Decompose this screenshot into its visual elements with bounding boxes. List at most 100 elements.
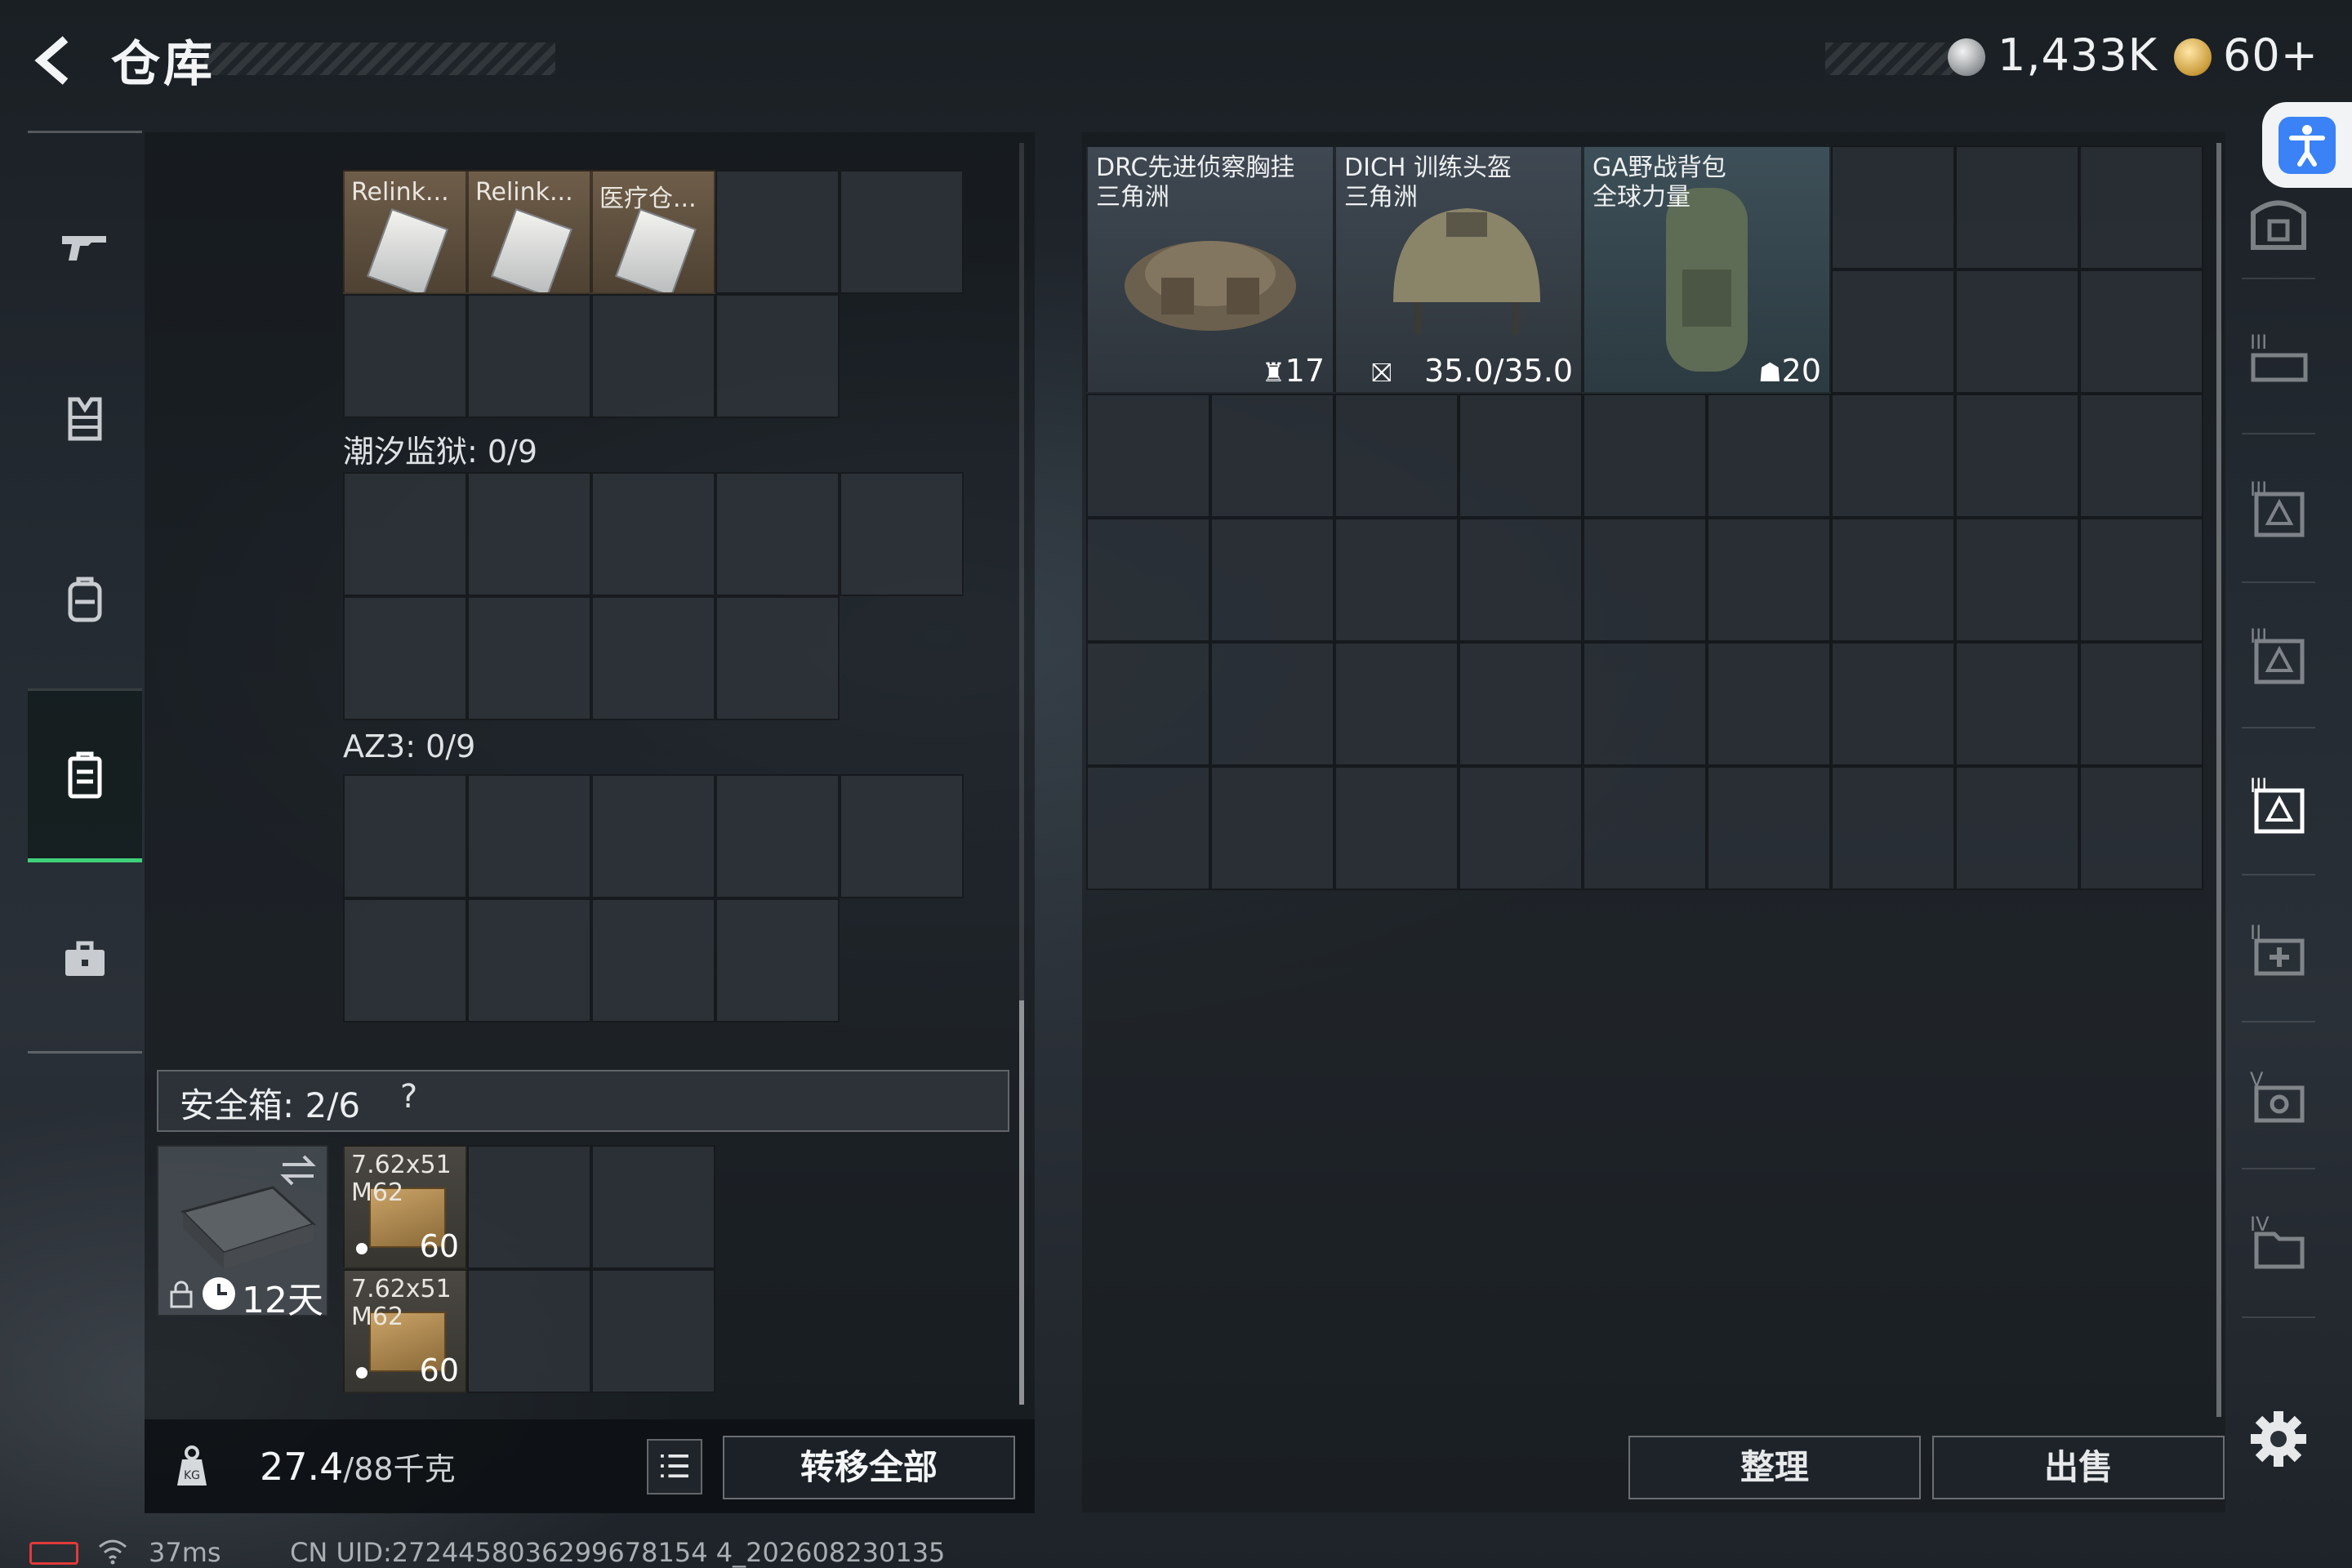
storage-cell[interactable] xyxy=(1955,145,2079,270)
storage-cell[interactable] xyxy=(1583,642,1707,766)
page-title: 仓库 xyxy=(111,36,216,93)
category-tier-4-documents[interactable]: IV xyxy=(2238,1202,2319,1284)
sell-button[interactable]: 出售 xyxy=(1932,1436,2225,1499)
storage-cell[interactable] xyxy=(1086,642,1210,766)
ammo-item[interactable]: 7.62x51 M62 60 xyxy=(343,1145,467,1269)
category-tier-2-medical[interactable]: II xyxy=(2238,911,2319,992)
storage-cell[interactable] xyxy=(1459,766,1583,890)
chevron-left-icon xyxy=(34,36,69,85)
item-name: Relink... xyxy=(475,178,573,207)
storage-cell[interactable] xyxy=(1831,145,1955,270)
storage-cell[interactable] xyxy=(1707,766,1831,890)
item-name: 医疗仓... xyxy=(599,185,697,213)
nav-toolboxes[interactable] xyxy=(28,901,142,1015)
storage-cell[interactable] xyxy=(1086,766,1210,890)
storage-cell[interactable] xyxy=(1459,394,1583,518)
right-scrollbar[interactable] xyxy=(2216,143,2221,1417)
ammo-name: 7.62x51 M62 xyxy=(351,1151,452,1207)
storage-cell[interactable] xyxy=(1955,518,2079,642)
transfer-all-button[interactable]: 转移全部 xyxy=(723,1436,1015,1499)
tier-armor-icon: III xyxy=(2250,478,2305,537)
ammo-type-dot xyxy=(356,1243,368,1254)
tier-keys-icon: V xyxy=(2250,1068,2305,1123)
storage-cell[interactable] xyxy=(1707,642,1831,766)
gold-currency-amount[interactable]: 60+ xyxy=(2223,29,2319,81)
storage-cell[interactable] xyxy=(1831,518,1955,642)
storage-cell[interactable] xyxy=(1831,270,1955,394)
accessibility-button[interactable] xyxy=(2262,102,2352,188)
storage-cell[interactable] xyxy=(1831,642,1955,766)
storage-cell[interactable] xyxy=(1459,642,1583,766)
storage-cell[interactable] xyxy=(1334,766,1459,890)
category-safe[interactable] xyxy=(2238,181,2319,263)
document-item[interactable]: Relink... xyxy=(343,170,467,294)
storage-cell[interactable] xyxy=(2079,642,2203,766)
storage-cell[interactable] xyxy=(1707,518,1831,642)
toolbox-icon xyxy=(65,941,105,976)
storage-cell[interactable] xyxy=(2079,145,2203,270)
gold-coin-icon xyxy=(2174,38,2212,76)
durability-icon: ⛝ xyxy=(1371,357,1392,388)
storage-cell[interactable] xyxy=(1210,518,1334,642)
back-button[interactable] xyxy=(24,28,90,93)
chest-rig-icon xyxy=(1125,241,1296,331)
clock-icon xyxy=(201,1276,237,1312)
nav-cases[interactable] xyxy=(28,688,142,862)
sort-button[interactable]: 整理 xyxy=(1628,1436,1921,1499)
item-stat: ☗20 xyxy=(1757,353,1821,389)
storage-cell[interactable] xyxy=(1459,518,1583,642)
item-name: Relink... xyxy=(351,178,449,207)
storage-cell[interactable] xyxy=(1955,270,2079,394)
storage-cell[interactable] xyxy=(1583,394,1707,518)
storage-cell[interactable] xyxy=(2079,270,2203,394)
storage-cell[interactable] xyxy=(1210,642,1334,766)
storage-cell[interactable] xyxy=(1086,394,1210,518)
settings-button[interactable] xyxy=(2246,1406,2311,1472)
ammo-name: 7.62x51 M62 xyxy=(351,1275,452,1331)
carry-weight: 27.4/88千克 xyxy=(260,1445,456,1489)
storage-cell[interactable] xyxy=(1831,394,1955,518)
storage-cell[interactable] xyxy=(1583,518,1707,642)
storage-cell[interactable] xyxy=(1707,394,1831,518)
storage-cell[interactable] xyxy=(2079,766,2203,890)
category-tier-3-backpack[interactable]: III xyxy=(2238,764,2319,845)
storage-cell[interactable] xyxy=(1583,766,1707,890)
user-uid: CN UID:2724458036299678154 4_20260823013… xyxy=(290,1537,946,1568)
category-tier-3-armor[interactable]: III xyxy=(2238,467,2319,549)
category-tier-3-helmet[interactable]: III xyxy=(2238,614,2319,696)
list-icon xyxy=(661,1454,688,1478)
storage-cell[interactable] xyxy=(1831,766,1955,890)
chest-rig-item[interactable]: DRC先进侦察胸挂 三角洲 ♜17 xyxy=(1086,145,1334,394)
storage-cell[interactable] xyxy=(2079,394,2203,518)
list-view-button[interactable] xyxy=(647,1439,702,1494)
storage-cell[interactable] xyxy=(1334,394,1459,518)
case-icon xyxy=(68,751,102,798)
nav-vests[interactable] xyxy=(28,362,142,476)
item-name: GA野战背包 全球力量 xyxy=(1592,154,1726,212)
category-tier-5-keys[interactable]: V xyxy=(2238,1058,2319,1139)
storage-cell[interactable] xyxy=(1334,518,1459,642)
document-item[interactable]: 医疗仓... xyxy=(591,170,715,294)
category-tier-3-gear[interactable]: III xyxy=(2238,320,2319,402)
nav-weapons[interactable] xyxy=(28,190,142,305)
ammo-item[interactable]: 7.62x51 M62 60 xyxy=(343,1269,467,1393)
storage-cell[interactable] xyxy=(2079,518,2203,642)
storage-cell[interactable] xyxy=(1210,394,1334,518)
storage-cell[interactable] xyxy=(1210,766,1334,890)
document-item[interactable]: Relink... xyxy=(467,170,591,294)
storage-cell[interactable] xyxy=(1955,766,2079,890)
backpack-item[interactable]: GA野战背包 全球力量 ☗20 xyxy=(1583,145,1831,394)
storage-cell[interactable] xyxy=(1334,642,1459,766)
svg-text:III: III xyxy=(2250,774,2267,797)
safebox-help-button[interactable]: ? xyxy=(400,1078,417,1116)
svg-text:III: III xyxy=(2250,478,2267,501)
storage-cell[interactable] xyxy=(1955,394,2079,518)
accessibility-icon xyxy=(2278,117,2336,174)
nav-backpacks[interactable] xyxy=(28,541,142,656)
swap-icon[interactable] xyxy=(278,1150,318,1191)
left-scrollbar-thumb[interactable] xyxy=(1019,1000,1024,1405)
storage-cell[interactable] xyxy=(1086,518,1210,642)
backpack-capacity-icon: ☗ xyxy=(1757,357,1782,388)
helmet-item[interactable]: DICH 训练头盔 三角洲 ⛝ 35.0/35.0 xyxy=(1334,145,1583,394)
storage-cell[interactable] xyxy=(1955,642,2079,766)
